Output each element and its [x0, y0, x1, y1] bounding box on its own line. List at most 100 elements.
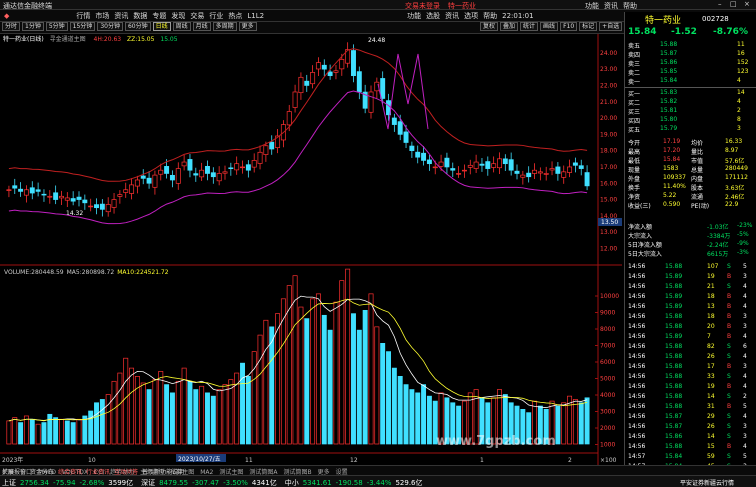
volume-bar	[245, 376, 251, 445]
stat-label: 市值	[691, 158, 704, 165]
candle	[421, 152, 427, 161]
quote-panel: 特一药业 002728 15.84 -1.52 -8.76% 卖五 15.88 11…	[624, 12, 756, 475]
add-watchlist-button[interactable]: +自选	[599, 22, 623, 31]
tick-volume: 18	[707, 313, 715, 320]
tick-time: 14:56	[628, 433, 646, 440]
menu-right-func[interactable]: 功能	[407, 11, 421, 21]
candle	[397, 121, 403, 135]
info-tab[interactable]: 普及新功能说明	[142, 469, 184, 476]
tick-price: 15.88	[665, 263, 683, 270]
period-30min[interactable]: 30分钟	[97, 22, 123, 31]
price-axis-label: 14.00	[600, 213, 617, 220]
period-daily[interactable]: 日线	[152, 22, 171, 31]
tick-volume: 14	[707, 433, 715, 440]
period-weekly[interactable]: 周线	[172, 22, 191, 31]
index-name[interactable]: 中小	[285, 479, 299, 487]
info-tab[interactable]: 关联报价	[2, 469, 26, 476]
volume-unit: ×100	[600, 457, 617, 464]
menu-right-options[interactable]: 选项	[464, 11, 478, 21]
menu-item-topics[interactable]: 专题	[152, 11, 166, 21]
stat-label: 今开	[628, 140, 641, 147]
candle	[146, 177, 152, 184]
quote-row: 今开 17.19 均价 16.33	[625, 138, 756, 147]
menu-item-market[interactable]: 市场	[95, 11, 109, 21]
menu-right-select[interactable]: 选股	[426, 11, 440, 21]
candle	[380, 78, 386, 99]
menu-item-news[interactable]: 资讯	[114, 11, 128, 21]
index-name[interactable]: 深证	[141, 479, 155, 487]
info-tab[interactable]: 综合资讯	[58, 469, 82, 476]
volume-bar	[111, 380, 117, 445]
quote-row: 14:56 15.88 82 S 6	[625, 343, 756, 352]
kline-chart[interactable]: 24.48 14.32 13.50 24.00 23.00 22.00 21.00 20…	[0, 34, 622, 465]
quote-row: 14:56 15.88 17 B 3	[625, 363, 756, 372]
tick-price: 15.88	[665, 393, 683, 400]
date-label: 10	[88, 457, 96, 464]
menu-item-l1l2[interactable]: L1L2	[247, 12, 264, 20]
menu-item-trade[interactable]: 交易	[190, 11, 204, 21]
period-multi[interactable]: 多周期	[212, 22, 237, 31]
period-monthly[interactable]: 月线	[192, 22, 211, 31]
period-15min[interactable]: 15分钟	[69, 22, 96, 31]
tick-count: 3	[743, 363, 747, 370]
flow-value: -3384万	[707, 233, 731, 240]
info-tab[interactable]: 资金分布	[30, 469, 54, 476]
volume-axis-label: 1000	[600, 442, 615, 449]
index-amt: 529.6亿	[395, 479, 423, 487]
menu-item-discover[interactable]: 发现	[171, 11, 185, 21]
volume-bar	[421, 384, 427, 445]
overlay-button[interactable]: 叠加	[500, 22, 519, 31]
flow-label: 5日大宗流入	[628, 251, 662, 258]
tick-price: 15.88	[665, 403, 683, 410]
stat-label: 均价	[691, 140, 704, 147]
period-5min[interactable]: 5分钟	[45, 22, 68, 31]
index-value: 2756.34	[20, 479, 49, 487]
mark-button[interactable]: 标记	[579, 22, 598, 31]
menu-item-industry[interactable]: 行业	[209, 11, 223, 21]
stats-button[interactable]: 统计	[520, 22, 539, 31]
f10-button[interactable]: F10	[560, 22, 578, 31]
minimize-icon[interactable]: –	[718, 0, 722, 8]
volume-bar	[304, 318, 310, 445]
period-more[interactable]: 更多	[238, 22, 257, 31]
volume-bar	[64, 420, 70, 445]
watermark: www.7gpzb.com	[436, 434, 556, 449]
volume-bar	[152, 379, 158, 445]
tick-count: 4	[743, 383, 747, 390]
candle	[216, 173, 222, 182]
info-tab[interactable]: 互动问答	[114, 469, 138, 476]
index-name[interactable]: 上证	[2, 479, 16, 487]
candle	[491, 163, 497, 168]
candle	[47, 195, 53, 198]
maximize-icon[interactable]: □	[730, 0, 737, 8]
volume-bar	[169, 392, 175, 445]
bid-volume: 14	[737, 89, 745, 96]
menu-item-quotes[interactable]: 行情	[76, 11, 90, 21]
candle	[315, 62, 321, 70]
close-icon[interactable]: ×	[744, 0, 750, 8]
candle	[263, 145, 269, 155]
draw-button[interactable]: 画线	[540, 22, 559, 31]
low-price-label: 14.32	[66, 210, 83, 217]
menu-item-data[interactable]: 数据	[133, 11, 147, 21]
menu-item-hot[interactable]: 热点	[228, 11, 242, 21]
ask-label: 卖二	[628, 70, 641, 77]
candle	[567, 166, 573, 173]
candle	[572, 162, 578, 166]
tick-list[interactable]: 14:56 15.88 107 S 5 14:56 15.89 19 B 3 14:56 15.88 2…	[625, 263, 756, 475]
price-axis-label: 21.00	[600, 99, 617, 106]
bid-price: 15.83	[660, 89, 678, 96]
price-axis-label: 23.00	[600, 66, 617, 73]
period-intraday[interactable]: 分时	[2, 22, 21, 31]
info-tab[interactable]: 行业资讯	[86, 469, 110, 476]
menu-right-help[interactable]: 帮助	[483, 11, 497, 21]
adjust-button[interactable]: 复权	[480, 22, 499, 31]
candle	[391, 117, 397, 125]
period-60min[interactable]: 60分钟	[124, 22, 151, 31]
tick-volume: 18	[707, 293, 715, 300]
tick-count: 4	[743, 303, 747, 310]
tick-count: 4	[743, 333, 747, 340]
menu-right-news[interactable]: 资讯	[445, 11, 459, 21]
bid-price: 15.79	[660, 125, 678, 132]
period-1min[interactable]: 1分钟	[22, 22, 44, 31]
